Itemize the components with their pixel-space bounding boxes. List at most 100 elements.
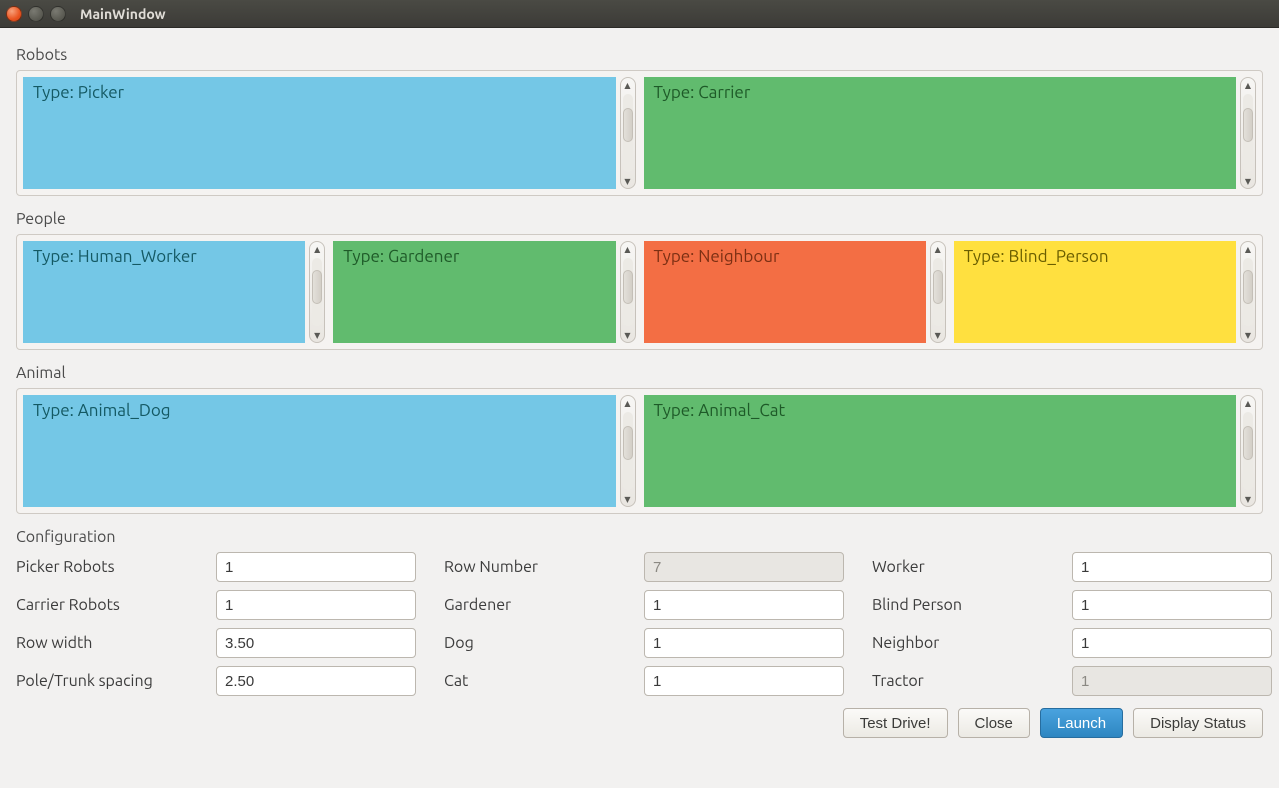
scroll-track[interactable] [1243, 258, 1253, 326]
spin-input[interactable] [217, 591, 416, 619]
scroll-up-icon[interactable]: ▲ [1241, 396, 1255, 410]
label-carrier-robots: Carrier Robots [16, 596, 216, 614]
cards-robots: Type: Picker ▲ ▼ Type: Carrier ▲ ▼ [23, 77, 1256, 189]
titlebar: MainWindow [0, 0, 1279, 28]
scroll-down-icon[interactable]: ▼ [310, 328, 324, 342]
spin-picker-robots[interactable]: ▲ ▼ [216, 552, 416, 582]
scrollbar[interactable]: ▲ ▼ [620, 241, 636, 343]
spin-pole-spacing[interactable]: ▲ ▼ [216, 666, 416, 696]
scroll-down-icon[interactable]: ▼ [931, 328, 945, 342]
spin-tractor: ▲ ▼ [1072, 666, 1272, 696]
spin-input[interactable] [217, 629, 416, 657]
scrollbar[interactable]: ▲ ▼ [1240, 395, 1256, 507]
group-people: Type: Human_Worker ▲ ▼ Type: Gardener ▲ … [16, 234, 1263, 350]
card-people-worker-wrap: Type: Human_Worker ▲ ▼ [23, 241, 325, 343]
section-label-config: Configuration [16, 528, 1263, 546]
spin-input[interactable] [1073, 629, 1272, 657]
spin-gardener[interactable]: ▲ ▼ [644, 590, 844, 620]
card-people-gardener[interactable]: Type: Gardener [333, 241, 615, 343]
card-people-worker[interactable]: Type: Human_Worker [23, 241, 305, 343]
scroll-down-icon[interactable]: ▼ [1241, 174, 1255, 188]
spin-input[interactable] [645, 667, 844, 695]
scroll-up-icon[interactable]: ▲ [1241, 78, 1255, 92]
label-neighbor: Neighbor [872, 634, 1072, 652]
card-label: Type: Neighbour [654, 247, 780, 266]
spin-cat[interactable]: ▲ ▼ [644, 666, 844, 696]
scroll-track[interactable] [623, 258, 633, 326]
card-people-neighbour-wrap: Type: Neighbour ▲ ▼ [644, 241, 946, 343]
scroll-down-icon[interactable]: ▼ [1241, 492, 1255, 506]
display-status-button[interactable]: Display Status [1133, 708, 1263, 738]
label-worker: Worker [872, 558, 1072, 576]
spin-input[interactable] [217, 667, 416, 695]
scroll-up-icon[interactable]: ▲ [621, 242, 635, 256]
card-people-neighbour[interactable]: Type: Neighbour [644, 241, 926, 343]
card-robot-picker[interactable]: Type: Picker [23, 77, 616, 189]
card-label: Type: Picker [33, 83, 124, 102]
spin-input[interactable] [1073, 591, 1272, 619]
scrollbar[interactable]: ▲ ▼ [1240, 241, 1256, 343]
scroll-down-icon[interactable]: ▼ [1241, 328, 1255, 342]
scroll-up-icon[interactable]: ▲ [1241, 242, 1255, 256]
label-tractor: Tractor [872, 672, 1072, 690]
scroll-down-icon[interactable]: ▼ [621, 328, 635, 342]
card-animal-cat[interactable]: Type: Animal_Cat [644, 395, 1237, 507]
scrollbar[interactable]: ▲ ▼ [930, 241, 946, 343]
spin-input[interactable] [1073, 553, 1272, 581]
close-button[interactable]: Close [958, 708, 1030, 738]
scroll-track[interactable] [623, 94, 633, 172]
card-people-blind[interactable]: Type: Blind_Person [954, 241, 1236, 343]
scroll-thumb[interactable] [623, 108, 633, 142]
spin-input[interactable] [645, 591, 844, 619]
spin-blind-person[interactable]: ▲ ▼ [1072, 590, 1272, 620]
scroll-thumb[interactable] [623, 426, 633, 460]
cards-animal: Type: Animal_Dog ▲ ▼ Type: Animal_Cat ▲ … [23, 395, 1256, 507]
scroll-track[interactable] [1243, 94, 1253, 172]
scroll-up-icon[interactable]: ▲ [931, 242, 945, 256]
spin-row-width[interactable]: ▲ ▼ [216, 628, 416, 658]
scroll-thumb[interactable] [623, 270, 633, 304]
scroll-up-icon[interactable]: ▲ [621, 396, 635, 410]
spin-carrier-robots[interactable]: ▲ ▼ [216, 590, 416, 620]
scroll-thumb[interactable] [1243, 108, 1253, 142]
launch-button[interactable]: Launch [1040, 708, 1123, 738]
window-maximize-button[interactable] [50, 6, 66, 22]
scroll-track[interactable] [1243, 412, 1253, 490]
card-animal-dog[interactable]: Type: Animal_Dog [23, 395, 616, 507]
scroll-up-icon[interactable]: ▲ [621, 78, 635, 92]
spin-input [645, 553, 844, 581]
cards-people: Type: Human_Worker ▲ ▼ Type: Gardener ▲ … [23, 241, 1256, 343]
card-label: Type: Animal_Cat [654, 401, 786, 420]
scroll-up-icon[interactable]: ▲ [310, 242, 324, 256]
spin-input[interactable] [217, 553, 416, 581]
scroll-track[interactable] [312, 258, 322, 326]
window-close-button[interactable] [6, 6, 22, 22]
footer: Test Drive! Close Launch Display Status [16, 708, 1263, 738]
spin-dog[interactable]: ▲ ▼ [644, 628, 844, 658]
group-robots: Type: Picker ▲ ▼ Type: Carrier ▲ ▼ [16, 70, 1263, 196]
scroll-thumb[interactable] [1243, 270, 1253, 304]
window-minimize-button[interactable] [28, 6, 44, 22]
card-robot-picker-wrap: Type: Picker ▲ ▼ [23, 77, 636, 189]
test-drive-button[interactable]: Test Drive! [843, 708, 948, 738]
scroll-track[interactable] [623, 412, 633, 490]
scroll-thumb[interactable] [933, 270, 943, 304]
label-dog: Dog [444, 634, 644, 652]
scroll-thumb[interactable] [312, 270, 322, 304]
scrollbar[interactable]: ▲ ▼ [620, 77, 636, 189]
spin-neighbor[interactable]: ▲ ▼ [1072, 628, 1272, 658]
spin-input[interactable] [645, 629, 844, 657]
section-label-robots: Robots [16, 46, 1263, 64]
scroll-track[interactable] [933, 258, 943, 326]
card-robot-carrier-wrap: Type: Carrier ▲ ▼ [644, 77, 1257, 189]
scrollbar[interactable]: ▲ ▼ [309, 241, 325, 343]
spin-worker[interactable]: ▲ ▼ [1072, 552, 1272, 582]
scroll-down-icon[interactable]: ▼ [621, 174, 635, 188]
scroll-down-icon[interactable]: ▼ [621, 492, 635, 506]
card-robot-carrier[interactable]: Type: Carrier [644, 77, 1237, 189]
scrollbar[interactable]: ▲ ▼ [620, 395, 636, 507]
scrollbar[interactable]: ▲ ▼ [1240, 77, 1256, 189]
card-people-gardener-wrap: Type: Gardener ▲ ▼ [333, 241, 635, 343]
label-blind-person: Blind Person [872, 596, 1072, 614]
scroll-thumb[interactable] [1243, 426, 1253, 460]
